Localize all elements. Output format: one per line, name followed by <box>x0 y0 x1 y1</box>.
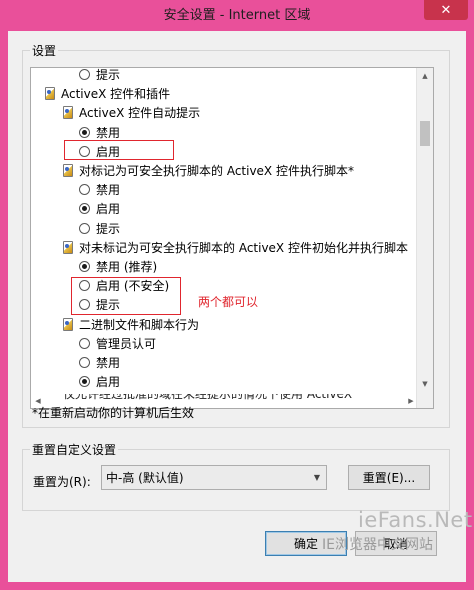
tree-row-label: ActiveX 控件和插件 <box>61 87 171 102</box>
highlight-box-enable-prompt <box>64 140 174 160</box>
radio-unchecked-icon[interactable] <box>79 222 90 234</box>
radio-option[interactable]: 禁用 <box>79 123 120 142</box>
setting-item: 对标记为可安全执行脚本的 ActiveX 控件执行脚本* <box>63 161 354 180</box>
title-bar[interactable]: 安全设置 - Internet 区域 ✕ <box>0 0 474 26</box>
tree-row-label: 禁用 <box>96 183 121 198</box>
radio-option[interactable]: 禁用 <box>79 353 120 372</box>
dialog-window: 安全设置 - Internet 区域 ✕ 设置 提示 ActiveX 控件和插件 A… <box>0 0 474 590</box>
radio-option[interactable]: 启用 <box>79 372 120 391</box>
scroll-down-icon[interactable]: ▼ <box>417 376 433 392</box>
chevron-down-icon: ▼ <box>313 473 320 482</box>
radio-unchecked-icon[interactable] <box>79 337 90 349</box>
reset-to-label: 重置为(R): <box>33 475 91 489</box>
setting-item: ActiveX 控件自动提示 <box>63 103 200 122</box>
annotation-text: 两个都可以 <box>198 295 259 309</box>
tree-row-label: 管理员认可 <box>96 336 157 351</box>
radio-option[interactable]: 禁用 (推荐) <box>79 257 157 276</box>
settings-tree-list[interactable]: 提示 ActiveX 控件和插件 ActiveX 控件自动提示 禁用 启用 对标记为可安全… <box>30 67 434 409</box>
radio-unchecked-icon[interactable] <box>79 184 90 196</box>
setting-icon <box>63 106 73 120</box>
tree-row-label: 二进制文件和脚本行为 <box>79 317 200 332</box>
setting-icon <box>63 164 73 177</box>
tree-row-label: 提示 <box>96 68 121 82</box>
vertical-scrollbar[interactable]: ▲ ▼ <box>416 68 433 408</box>
settings-group-legend: 设置 <box>30 42 59 59</box>
tree-row-label: 禁用 <box>96 356 121 370</box>
scroll-right-icon[interactable]: ▶ <box>404 394 418 408</box>
radio-option[interactable]: 提示 <box>79 219 120 238</box>
radio-unchecked-icon[interactable] <box>79 357 90 368</box>
ok-button-label: 确定 <box>293 537 318 551</box>
scroll-up-icon[interactable]: ▲ <box>417 68 433 84</box>
radio-unchecked-icon[interactable] <box>79 69 90 80</box>
radio-checked-icon[interactable] <box>79 376 90 388</box>
watermark-site: ieFans.Net <box>358 508 473 532</box>
watermark-caption: IE浏览器中文网站 <box>322 537 433 553</box>
close-icon: ✕ <box>440 2 452 18</box>
tree-row-label: 对未标记为可安全执行脚本的 ActiveX 控件初始化并执行脚本 <box>79 240 408 255</box>
setting-item: 二进制文件和脚本行为 <box>63 315 199 334</box>
radio-option[interactable]: 启用 <box>79 199 120 218</box>
radio-checked-icon[interactable] <box>79 126 90 138</box>
radio-option[interactable]: 提示 <box>79 68 121 84</box>
security-level-select[interactable]: 中-高 (默认值) ▼ <box>101 465 327 490</box>
setting-icon <box>63 240 73 254</box>
radio-option[interactable]: 管理员认可 <box>79 334 156 353</box>
tree-row-label: 禁用 (推荐) <box>96 260 158 274</box>
radio-checked-icon[interactable] <box>79 261 90 272</box>
scroll-thumb[interactable] <box>420 121 430 146</box>
setting-icon <box>45 87 55 101</box>
reset-button-label: 重置(E)... <box>362 471 416 485</box>
reset-button[interactable]: 重置(E)... <box>348 465 430 490</box>
setting-category: ActiveX 控件和插件 <box>45 84 170 103</box>
tree-row-label: 对标记为可安全执行脚本的 ActiveX 控件执行脚本* <box>79 164 354 178</box>
close-button[interactable]: ✕ <box>424 0 468 20</box>
radio-option[interactable]: 禁用 <box>79 180 120 199</box>
window-title: 安全设置 - Internet 区域 <box>163 7 311 23</box>
security-level-value: 中-高 (默认值) <box>106 471 184 485</box>
tree-row-label: 提示 <box>96 221 121 236</box>
tree-row-label: 启用 <box>96 202 121 217</box>
tree-row-label: 禁用 <box>96 125 121 140</box>
reset-group-legend: 重置自定义设置 <box>30 441 119 458</box>
setting-item: 对未标记为可安全执行脚本的 ActiveX 控件初始化并执行脚本 <box>63 238 408 257</box>
tree-row-label: 启用 <box>96 375 121 390</box>
restart-note: *在重新启动你的计算机后生效 <box>32 406 195 420</box>
setting-icon <box>63 317 73 331</box>
tree-row-label: ActiveX 控件自动提示 <box>79 106 201 121</box>
highlight-box-unsafe-options <box>71 277 181 315</box>
radio-checked-icon[interactable] <box>79 203 90 215</box>
